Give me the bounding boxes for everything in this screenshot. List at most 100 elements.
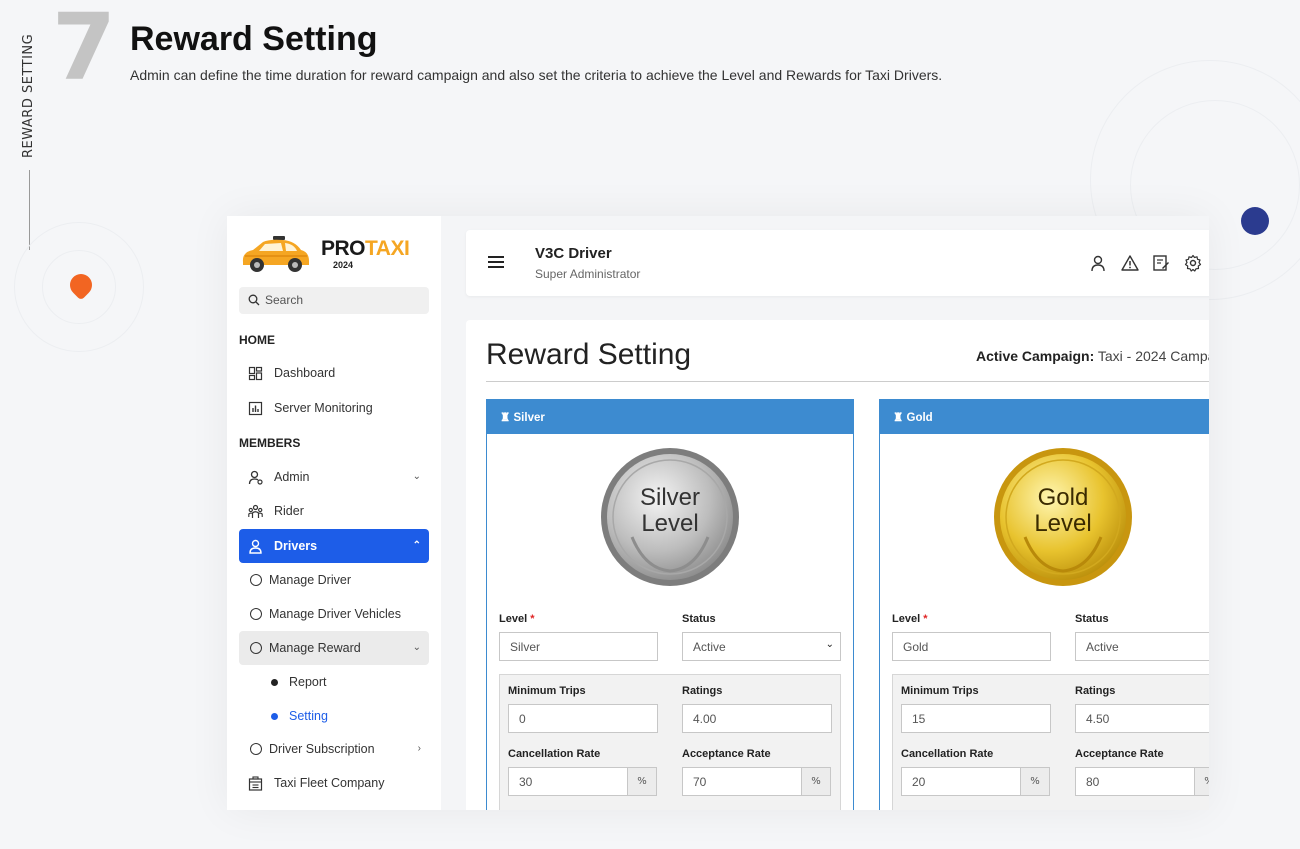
sidebar-item-label: Manage Reward — [269, 641, 361, 655]
ratings-label: Ratings — [682, 685, 723, 697]
cancellation-rate-input[interactable]: 30 — [508, 767, 628, 796]
page-title: Reward Setting — [486, 338, 692, 371]
status-value: Active — [1086, 640, 1119, 654]
svg-text:Gold: Gold — [1038, 484, 1089, 511]
level-label: Level * — [892, 613, 928, 625]
trophy-icon: ♜ — [893, 412, 904, 424]
criteria-box: Minimum Trips Ratings 0 4.00 Cancellatio… — [499, 674, 841, 810]
medal-text: Gold Level — [1034, 484, 1091, 537]
chevron-up-icon: ⌃ — [412, 540, 421, 551]
circle-icon — [250, 743, 262, 755]
warning-icon[interactable] — [1121, 254, 1139, 272]
level-label: Level * — [499, 613, 535, 625]
deco-navy-dot — [1241, 207, 1269, 235]
sidebar-item-label: Report — [289, 675, 327, 689]
user-name: V3C Driver — [535, 245, 612, 262]
svg-text:Silver: Silver — [640, 484, 700, 511]
cancellation-rate-input[interactable]: 20 — [901, 767, 1021, 796]
acceptance-rate-label: Acceptance Rate — [1075, 748, 1164, 760]
edit-icon[interactable] — [1152, 254, 1170, 272]
protaxi-logo: PROTAXI 2024 — [239, 228, 429, 276]
medal-text: Silver Level — [640, 484, 700, 537]
acceptance-rate-input[interactable]: 80 — [1075, 767, 1195, 796]
card-header-title: Silver — [513, 412, 545, 424]
sidebar-item-driver-subscription[interactable]: Driver Subscription › — [239, 732, 429, 766]
sidebar-item-taxi-fleet-company[interactable]: Taxi Fleet Company — [239, 766, 429, 800]
user-icon[interactable] — [1089, 254, 1107, 272]
gold-medal-icon: Gold Level — [994, 448, 1132, 586]
sidebar-item-rider[interactable]: Rider — [239, 494, 429, 528]
level-card-silver: ♜ Silver Silver Level Level * Status Sil… — [486, 399, 854, 810]
sidebar-item-label: Taxi Fleet Company — [274, 776, 385, 790]
sidebar-item-label: Manage Driver — [269, 573, 351, 587]
ratings-input[interactable]: 4.00 — [682, 704, 832, 733]
section-home: HOME — [239, 333, 275, 347]
top-bar: V3C Driver Super Administrator — [466, 230, 1209, 296]
min-trips-label: Minimum Trips — [901, 685, 979, 697]
min-trips-input[interactable]: 0 — [508, 704, 658, 733]
gear-icon[interactable] — [1184, 254, 1202, 272]
min-trips-input[interactable]: 15 — [901, 704, 1051, 733]
sidebar-item-drivers[interactable]: Drivers ⌃ — [239, 529, 429, 563]
rider-icon — [248, 504, 263, 518]
sidebar-item-server-monitoring[interactable]: Server Monitoring — [239, 391, 429, 425]
driver-icon — [249, 539, 262, 554]
percent-addon: % — [627, 767, 657, 796]
sidebar-item-label: Dashboard — [274, 366, 336, 380]
sidebar-item-manage-reward[interactable]: Manage Reward ⌄ — [239, 631, 429, 665]
criteria-box: Minimum Trips Ratings 15 4.50 Cancellati… — [892, 674, 1209, 810]
side-divider — [29, 170, 30, 250]
status-value: Active — [693, 640, 726, 654]
promo-description: Admin can define the time duration for r… — [130, 67, 943, 83]
promo-title: Reward Setting — [130, 20, 378, 58]
sidebar-item-label: Drivers — [274, 539, 318, 553]
percent-addon: % — [1194, 767, 1209, 796]
chevron-right-icon: › — [417, 743, 421, 754]
sidebar-item-label: Manage Driver Vehicles — [269, 607, 402, 621]
sidebar-item-dashboard[interactable]: Dashboard — [239, 356, 429, 390]
level-input[interactable]: Silver — [499, 632, 658, 661]
chart-icon — [248, 401, 263, 416]
ratings-label: Ratings — [1075, 685, 1116, 697]
svg-text:Level: Level — [1034, 510, 1091, 537]
active-campaign: Active Campaign: Taxi - 2024 Campaign — [976, 348, 1209, 364]
status-label: Status — [682, 613, 716, 625]
svg-text:Level: Level — [641, 510, 698, 537]
circle-icon — [250, 574, 262, 586]
sidebar: PROTAXI 2024 Search HOME Dashboard Serve… — [227, 216, 441, 810]
sidebar-item-admin[interactable]: Admin ⌄ — [239, 460, 429, 494]
bullet-icon — [271, 679, 278, 686]
chevron-down-icon: ⌄ — [412, 642, 421, 653]
admin-icon — [248, 470, 263, 485]
level-card-gold: ♜ Gold Gold Level Level * Status Gold Ac… — [879, 399, 1209, 810]
chevron-down-icon: ⌄ — [412, 471, 421, 482]
level-input[interactable]: Gold — [892, 632, 1051, 661]
card-header: ♜ Silver — [487, 400, 853, 434]
sidebar-item-label: Rider — [274, 504, 304, 518]
sidebar-item-report[interactable]: Report — [239, 665, 429, 699]
silver-medal-icon: Silver Level — [601, 448, 739, 586]
search-icon — [248, 294, 260, 306]
user-role: Super Administrator — [535, 267, 641, 281]
status-select[interactable]: Active ⌄ — [682, 632, 841, 661]
title-divider — [486, 381, 1209, 382]
circle-icon — [250, 642, 262, 654]
acceptance-rate-input[interactable]: 70 — [682, 767, 802, 796]
chevron-down-icon: ⌄ — [825, 639, 834, 650]
search-input[interactable]: Search — [239, 287, 429, 314]
menu-icon[interactable] — [488, 256, 504, 268]
app-screenshot: PROTAXI 2024 Search HOME Dashboard Serve… — [227, 216, 1209, 810]
status-label: Status — [1075, 613, 1109, 625]
bullet-icon — [271, 713, 278, 720]
brand-name: PROTAXI — [321, 237, 410, 260]
campaign-label: Active Campaign: — [976, 348, 1095, 364]
sidebar-item-label: Admin — [274, 470, 310, 484]
ratings-input[interactable]: 4.50 — [1075, 704, 1209, 733]
side-label: REWARD SETTING — [14, 18, 44, 158]
sidebar-item-setting[interactable]: Setting — [239, 699, 429, 733]
sidebar-item-manage-driver[interactable]: Manage Driver — [239, 563, 429, 597]
status-select[interactable]: Active⌄ — [1075, 632, 1209, 661]
step-number: 7 — [52, 0, 117, 101]
sidebar-item-manage-driver-vehicles[interactable]: Manage Driver Vehicles — [239, 597, 429, 631]
reward-setting-panel: Reward Setting Active Campaign: Taxi - 2… — [466, 320, 1209, 810]
